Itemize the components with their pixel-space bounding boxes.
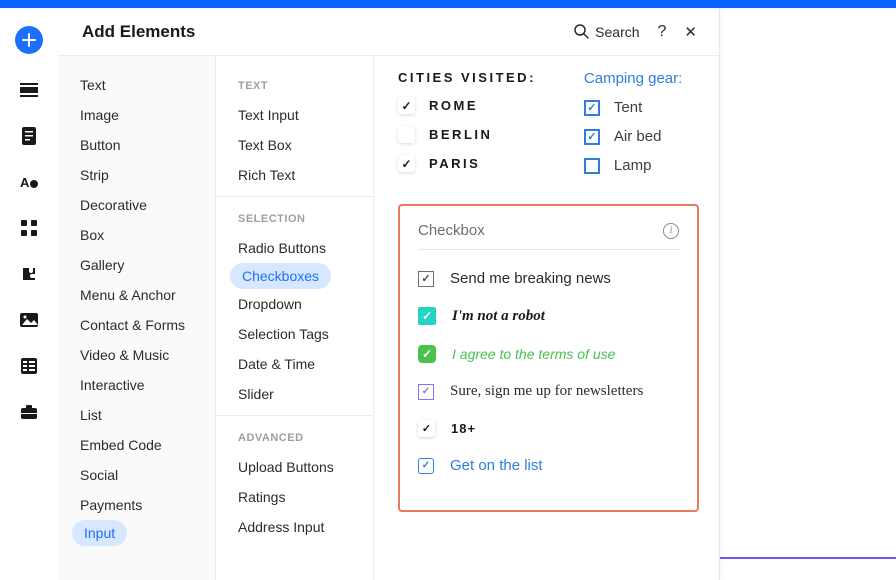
category-input[interactable]: Input — [72, 520, 127, 546]
checkbox-icon — [418, 307, 436, 325]
add-elements-button[interactable] — [15, 26, 43, 54]
data-icon[interactable] — [19, 356, 39, 376]
category-strip[interactable]: Strip — [58, 160, 215, 190]
checkbox-icon — [584, 100, 600, 116]
sub-selection-tags[interactable]: Selection Tags — [216, 319, 373, 349]
left-rail: A — [0, 8, 58, 580]
category-button[interactable]: Button — [58, 130, 215, 160]
checkbox-icon — [418, 271, 434, 287]
business-icon[interactable] — [19, 402, 39, 422]
checkbox-style-1[interactable]: Send me breaking news — [418, 270, 679, 287]
sub-checkboxes[interactable]: Checkboxes — [230, 263, 331, 289]
group-header-selection: SELECTION — [216, 203, 373, 233]
panel-title: Add Elements — [82, 22, 574, 42]
category-interactive[interactable]: Interactive — [58, 370, 215, 400]
help-button[interactable]: ? — [658, 23, 667, 41]
checkbox-label: PARIS — [429, 156, 480, 171]
checkbox-icon — [418, 384, 434, 400]
subcategory-list: TEXT Text Input Text Box Rich Text SELEC… — [216, 56, 374, 580]
sub-dropdown[interactable]: Dropdown — [216, 289, 373, 319]
plugin-icon[interactable] — [19, 264, 39, 284]
checkbox-style-5[interactable]: 18+ — [418, 420, 679, 437]
preview-pane: CITIES VISITED: ROME BERLIN PARIS Campin… — [374, 56, 719, 580]
example-camping-gear[interactable]: Camping gear: Tent Air bed Lamp — [584, 70, 682, 186]
divider — [216, 196, 373, 197]
checkbox-label: Tent — [614, 99, 642, 116]
category-contact-forms[interactable]: Contact & Forms — [58, 310, 215, 340]
svg-text:A: A — [20, 175, 30, 190]
sub-date-time[interactable]: Date & Time — [216, 349, 373, 379]
page-icon[interactable] — [19, 126, 39, 146]
checkbox-style-6[interactable]: Get on the list — [418, 457, 679, 474]
top-accent-bar — [0, 0, 896, 8]
search-icon — [574, 24, 589, 39]
checkbox-icon — [418, 345, 436, 363]
checkbox-label: BERLIN — [429, 127, 492, 142]
checkbox-icon — [398, 97, 415, 114]
sub-rich-text[interactable]: Rich Text — [216, 160, 373, 190]
category-text[interactable]: Text — [58, 70, 215, 100]
divider — [216, 415, 373, 416]
info-icon[interactable]: i — [663, 223, 679, 239]
add-elements-panel: Add Elements Search ? ✕ Text Image Butto… — [58, 8, 720, 580]
checkbox-label: Lamp — [614, 157, 652, 174]
category-box[interactable]: Box — [58, 220, 215, 250]
section-title: Checkbox — [418, 222, 485, 239]
panel-header: Add Elements Search ? ✕ — [58, 8, 719, 56]
search-button[interactable]: Search — [574, 24, 639, 40]
group-header-text: TEXT — [216, 70, 373, 100]
category-list: Text Image Button Strip Decorative Box G… — [58, 56, 216, 580]
sub-radio-buttons[interactable]: Radio Buttons — [216, 233, 373, 263]
category-embed-code[interactable]: Embed Code — [58, 430, 215, 460]
checkbox-label: I'm not a robot — [452, 308, 545, 325]
sub-address-input[interactable]: Address Input — [216, 512, 373, 542]
checkbox-icon — [584, 129, 600, 145]
category-social[interactable]: Social — [58, 460, 215, 490]
checkbox-label: Sure, sign me up for newsletters — [450, 383, 643, 400]
checkbox-label: 18+ — [451, 421, 476, 436]
checkbox-icon — [398, 155, 415, 172]
apps-grid-icon[interactable] — [19, 218, 39, 238]
category-menu-anchor[interactable]: Menu & Anchor — [58, 280, 215, 310]
category-image[interactable]: Image — [58, 100, 215, 130]
checkbox-icon — [584, 158, 600, 174]
checkbox-label: I agree to the terms of use — [452, 346, 615, 362]
checkbox-icon — [418, 420, 435, 437]
canvas-selection-line — [720, 557, 896, 559]
checkbox-style-4[interactable]: Sure, sign me up for newsletters — [418, 383, 679, 400]
category-video-music[interactable]: Video & Music — [58, 340, 215, 370]
sub-ratings[interactable]: Ratings — [216, 482, 373, 512]
sub-slider[interactable]: Slider — [216, 379, 373, 409]
media-icon[interactable] — [19, 310, 39, 330]
close-button[interactable]: ✕ — [684, 23, 697, 41]
group-header-advanced: ADVANCED — [216, 422, 373, 452]
checkbox-style-3[interactable]: I agree to the terms of use — [418, 345, 679, 363]
category-payments[interactable]: Payments — [58, 490, 215, 520]
checkbox-icon — [418, 458, 434, 474]
checkbox-icon — [398, 126, 415, 143]
example-title: Camping gear: — [584, 70, 682, 87]
section-background-icon[interactable] — [19, 80, 39, 100]
checkbox-label: Air bed — [614, 128, 662, 145]
checkbox-styles-section: Checkbox i Send me breaking news I'm not… — [398, 204, 699, 512]
category-list-widget[interactable]: List — [58, 400, 215, 430]
checkbox-label: Get on the list — [450, 457, 543, 474]
theme-icon[interactable]: A — [19, 172, 39, 192]
category-decorative[interactable]: Decorative — [58, 190, 215, 220]
checkbox-style-2[interactable]: I'm not a robot — [418, 307, 679, 325]
example-title: CITIES VISITED: — [398, 70, 536, 85]
search-label: Search — [595, 24, 639, 40]
example-cities-visited[interactable]: CITIES VISITED: ROME BERLIN PARIS — [398, 70, 536, 186]
sub-text-box[interactable]: Text Box — [216, 130, 373, 160]
category-gallery[interactable]: Gallery — [58, 250, 215, 280]
sub-upload-buttons[interactable]: Upload Buttons — [216, 452, 373, 482]
checkbox-label: Send me breaking news — [450, 270, 611, 287]
sub-text-input[interactable]: Text Input — [216, 100, 373, 130]
checkbox-label: ROME — [429, 98, 478, 113]
